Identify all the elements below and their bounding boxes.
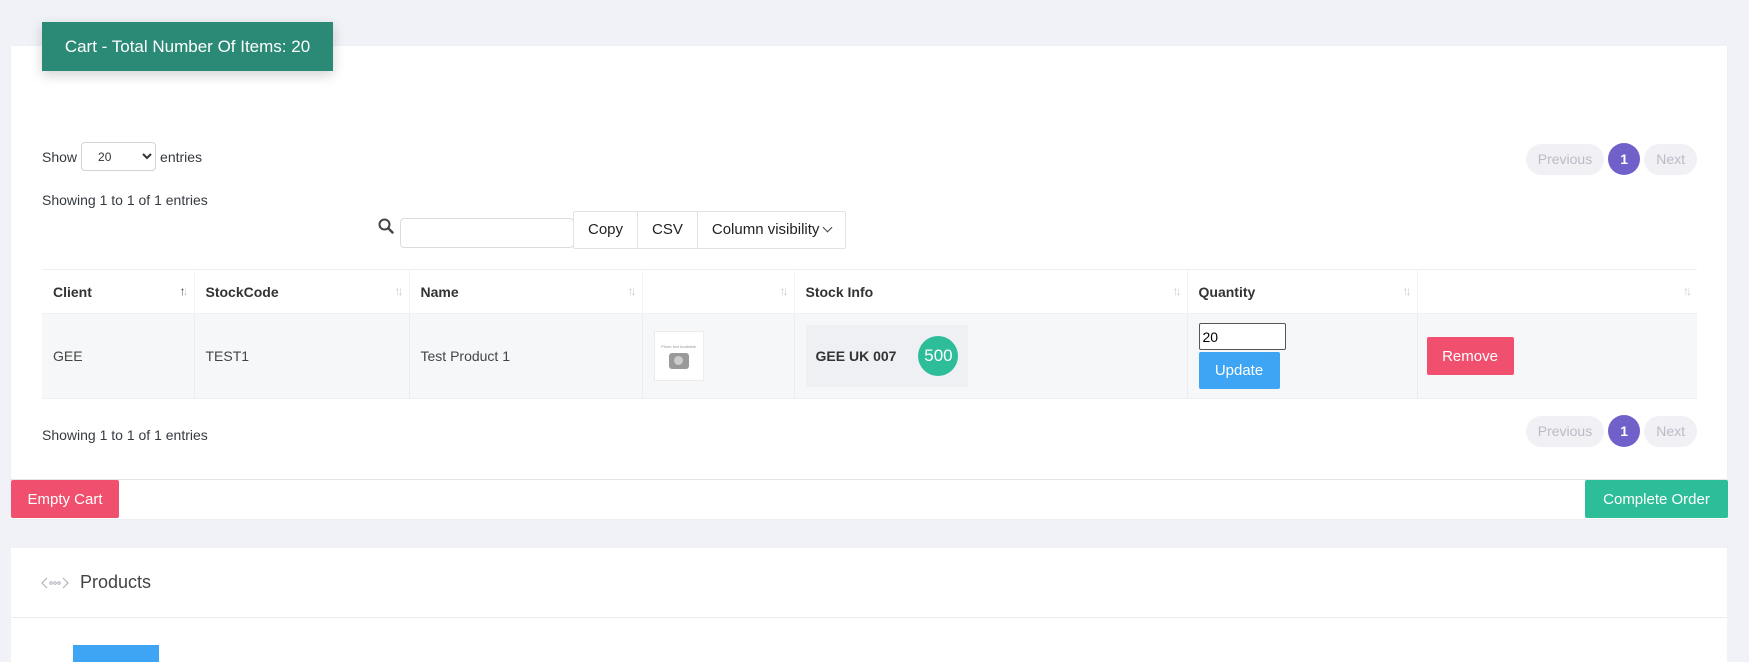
cell-stockcode: TEST1	[194, 313, 410, 399]
chevron-down-icon	[822, 222, 833, 233]
export-button-group: Copy CSV Column visibility	[573, 211, 847, 249]
stock-info-box: GEE UK 007 500	[805, 325, 969, 387]
column-header-stockcode[interactable]: StockCode ↑↓	[194, 269, 410, 314]
next-button[interactable]: Next	[1644, 415, 1697, 447]
table-row: GEE TEST1 Test Product 1 Photo Not Avail…	[42, 313, 1697, 399]
sort-icon: ↑↓	[1683, 284, 1692, 298]
cell-quantity: Update	[1187, 313, 1418, 399]
camera-icon	[668, 352, 689, 369]
product-thumbnail: Photo Not Available	[653, 331, 704, 381]
column-header-label: Stock Info	[805, 283, 874, 300]
cell-name: Test Product 1	[409, 313, 643, 399]
products-card: Products	[11, 548, 1727, 662]
column-header-quantity[interactable]: Quantity ↑↓	[1187, 269, 1418, 314]
cart-footer	[11, 479, 1727, 519]
table-info-top: Showing 1 to 1 of 1 entries	[42, 192, 208, 208]
sort-icon: ↑↓	[179, 284, 189, 298]
stock-count-badge: 500	[918, 336, 959, 376]
search-input[interactable]	[400, 218, 574, 248]
entries-select[interactable]: 20	[81, 142, 157, 171]
previous-button[interactable]: Previous	[1525, 415, 1605, 447]
column-visibility-button[interactable]: Column visibility	[698, 212, 846, 248]
sort-icon: ↑↓	[779, 284, 789, 298]
empty-cart-button[interactable]: Empty Cart	[11, 480, 119, 518]
column-header-label: Quantity	[1198, 283, 1256, 300]
code-icon	[41, 577, 69, 588]
cell-client: GEE	[42, 313, 195, 399]
sort-icon: ↑↓	[1402, 284, 1412, 298]
column-header-label: Name	[420, 283, 459, 300]
pagination-top: Previous 1 Next	[1525, 143, 1697, 175]
cell-stock-info: GEE UK 007 500	[794, 313, 1188, 399]
copy-button[interactable]: Copy	[574, 212, 639, 248]
column-header-image[interactable]: ↑↓	[642, 269, 795, 314]
cart-table: Client ↑↓ StockCode ↑↓ Name ↑↓ ↑↓ Stock Inf…	[42, 269, 1697, 399]
products-header: Products	[11, 548, 1727, 618]
entries-label: entries	[160, 148, 203, 165]
page-1-button[interactable]: 1	[1608, 143, 1641, 175]
stock-location: GEE UK 007	[815, 348, 897, 364]
sort-icon: ↑↓	[627, 284, 637, 298]
sort-icon: ↑↓	[394, 284, 404, 298]
pagination-bottom: Previous 1 Next	[1525, 415, 1697, 447]
cell-image: Photo Not Available	[642, 313, 795, 399]
complete-order-button[interactable]: Complete Order	[1585, 480, 1728, 518]
next-button[interactable]: Next	[1644, 143, 1697, 175]
search-icon	[378, 218, 394, 234]
previous-button[interactable]: Previous	[1525, 143, 1605, 175]
products-action-button[interactable]	[73, 645, 159, 662]
column-header-label: StockCode	[205, 283, 279, 300]
column-visibility-label: Column visibility	[711, 221, 820, 238]
page-1-button[interactable]: 1	[1608, 415, 1641, 447]
column-header-label: Client	[53, 283, 92, 300]
cart-title: Cart - Total Number Of Items: 20	[42, 22, 333, 71]
sort-icon: ↑↓	[1172, 284, 1182, 298]
update-button[interactable]: Update	[1198, 352, 1280, 389]
column-header-actions[interactable]: ↑↓	[1417, 269, 1697, 314]
products-title: Products	[80, 572, 152, 592]
table-info-bottom: Showing 1 to 1 of 1 entries	[42, 427, 208, 443]
remove-button[interactable]: Remove	[1426, 337, 1514, 375]
length-control: Show 20 entries	[42, 142, 202, 171]
show-label: Show	[42, 148, 78, 165]
cell-actions: Remove	[1417, 313, 1697, 399]
column-header-name[interactable]: Name ↑↓	[409, 269, 643, 314]
column-header-client[interactable]: Client ↑↓	[42, 269, 195, 314]
csv-button[interactable]: CSV	[638, 212, 698, 248]
thumbnail-caption: Photo Not Available	[661, 343, 696, 349]
table-header-row: Client ↑↓ StockCode ↑↓ Name ↑↓ ↑↓ Stock Inf…	[42, 269, 1697, 314]
column-header-stock-info[interactable]: Stock Info ↑↓	[794, 269, 1188, 314]
quantity-input[interactable]	[1198, 323, 1286, 350]
